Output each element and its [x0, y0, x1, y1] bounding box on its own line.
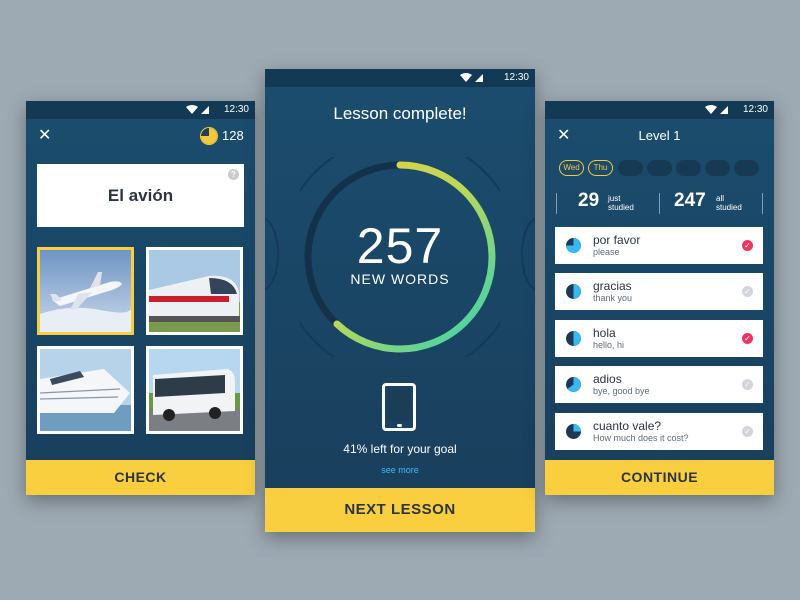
status-time: 12:30: [742, 104, 768, 115]
day-pill[interactable]: [734, 160, 759, 176]
word-card[interactable]: hola hello, hi ✓: [555, 320, 763, 357]
next-lesson-button[interactable]: NEXT LESSON: [265, 488, 535, 532]
just-studied-label: just studied: [608, 194, 634, 212]
word-text: por favor: [593, 233, 641, 247]
day-pill[interactable]: [618, 160, 643, 176]
check-circle-icon[interactable]: ✓: [742, 286, 753, 297]
check-circle-icon[interactable]: ✓: [742, 379, 753, 390]
all-studied-count: 247: [674, 190, 706, 211]
word-text: adios: [593, 372, 622, 386]
word-progress-icon: [566, 284, 581, 299]
day-pill[interactable]: [647, 160, 672, 176]
status-time: 12:30: [223, 104, 249, 115]
signal-icon: [705, 105, 728, 114]
lesson-complete-screen: 12:30 Lesson complete! 257 NEW WORDS 41%…: [265, 69, 535, 532]
all-studied-label: all studied: [716, 194, 742, 212]
check-circle-icon[interactable]: ✓: [742, 240, 753, 251]
coin-icon: [200, 127, 218, 145]
word-progress-icon: [566, 377, 581, 392]
help-icon[interactable]: ?: [228, 169, 239, 180]
airplane-image: [40, 250, 131, 332]
cruise-ship-image: [40, 349, 131, 431]
answer-option-ship[interactable]: [37, 346, 134, 434]
answer-option-bus[interactable]: [146, 346, 243, 434]
word-translation: thank you: [593, 293, 633, 303]
word-card[interactable]: adios bye, good bye ✓: [555, 366, 763, 403]
level-screen: 12:30 ✕ Level 1 Wed Thu 29 just studied 2…: [545, 101, 774, 495]
word-text: cuanto vale?: [593, 419, 662, 433]
status-bar: 12:30: [265, 69, 535, 87]
divider: [762, 193, 763, 214]
signal-icon: [186, 105, 209, 114]
word-text: gracias: [593, 279, 632, 293]
bus-image: [149, 349, 240, 431]
signal-icon: [460, 73, 483, 82]
word-card[interactable]: cuanto vale? How much does it cost? ✓: [555, 413, 763, 450]
just-studied-stat: 29 just studied: [578, 190, 634, 212]
day-pill[interactable]: [705, 160, 730, 176]
quiz-screen: 12:30 ✕ 128 El avión ? CHECK: [26, 101, 255, 495]
new-words-count: 257: [356, 218, 444, 274]
page-title: Level 1: [638, 128, 681, 143]
divider: [659, 193, 660, 214]
all-studied-stat: 247 all studied: [674, 190, 742, 212]
answer-option-train[interactable]: [146, 247, 243, 335]
word-translation: bye, good bye: [593, 386, 650, 396]
status-bar: 12:30: [545, 101, 774, 119]
page-title: Lesson complete!: [333, 104, 467, 123]
day-pill[interactable]: Wed: [559, 160, 584, 176]
word-translation: please: [593, 247, 620, 257]
check-circle-icon[interactable]: ✓: [742, 426, 753, 437]
coin-count: 128: [222, 128, 244, 143]
check-button[interactable]: CHECK: [26, 460, 255, 495]
goal-text: 41% left for your goal: [343, 442, 457, 456]
divider: [556, 193, 557, 214]
word-card[interactable]: gracias thank you ✓: [555, 273, 763, 310]
status-bar: 12:30: [26, 101, 255, 119]
word-translation: How much does it cost?: [593, 433, 689, 443]
status-time: 12:30: [503, 72, 529, 83]
just-studied-count: 29: [578, 190, 600, 211]
close-icon[interactable]: ✕: [38, 128, 51, 144]
word-translation: hello, hi: [593, 340, 625, 350]
question-card: El avión ?: [37, 164, 244, 227]
question-word: El avión: [107, 186, 174, 205]
day-pill[interactable]: Thu: [588, 160, 613, 176]
day-pill[interactable]: [676, 160, 701, 176]
answer-option-airplane[interactable]: [37, 247, 134, 335]
train-image: [149, 250, 240, 332]
word-text: hola: [593, 326, 616, 340]
word-progress-icon: [566, 238, 581, 253]
tablet-icon: [382, 383, 416, 431]
word-card[interactable]: por favor please ✓: [555, 227, 763, 264]
new-words-label: NEW WORDS: [350, 271, 450, 287]
word-progress-icon: [566, 424, 581, 439]
check-circle-icon[interactable]: ✓: [742, 333, 753, 344]
continue-button[interactable]: CONTINUE: [545, 460, 774, 495]
see-more-link[interactable]: see more: [265, 465, 535, 475]
word-progress-icon: [566, 331, 581, 346]
